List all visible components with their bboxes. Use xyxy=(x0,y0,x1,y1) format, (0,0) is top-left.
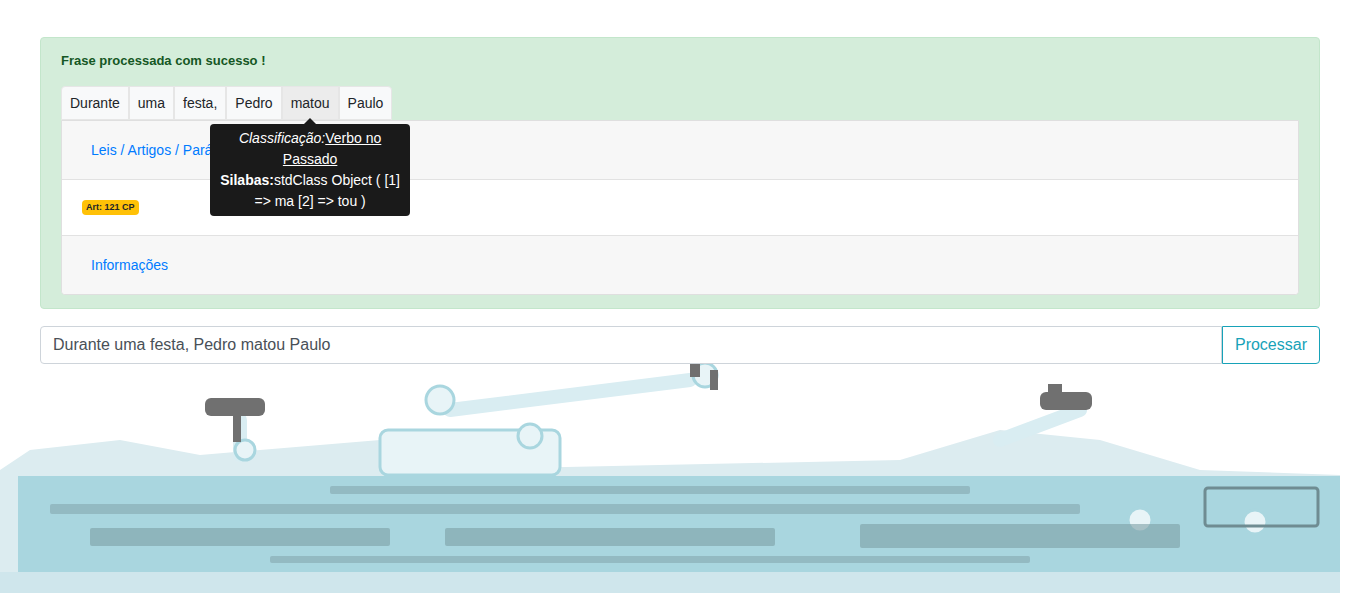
word-text: festa, xyxy=(183,95,217,111)
word-token[interactable]: Pedro xyxy=(226,86,281,120)
word-token[interactable]: uma xyxy=(129,86,174,120)
syllables-label: Silabas: xyxy=(220,172,274,188)
word-token[interactable]: festa, xyxy=(174,86,226,120)
tooltip: Classificação:Verbo no PassadoSilabas:st… xyxy=(210,124,410,216)
tooltip-classification: Classificação:Verbo no Passado xyxy=(218,128,402,170)
word-text: matou xyxy=(291,95,330,111)
sentence-form: Processar xyxy=(40,326,1320,364)
sentence-input[interactable] xyxy=(40,326,1222,364)
success-alert: Frase processada com sucesso ! Durante uma… xyxy=(40,37,1320,309)
process-button[interactable]: Processar xyxy=(1222,326,1320,364)
word-token[interactable]: Durante xyxy=(61,86,129,120)
classification-label: Classificação: xyxy=(239,130,325,146)
word-text: Durante xyxy=(70,95,120,111)
tooltip-arrow xyxy=(304,118,316,124)
word-text: Pedro xyxy=(235,95,272,111)
tooltip-syllables: Silabas:stdClass Object ( [1] => ma [2] … xyxy=(218,170,402,212)
card-footer: Informações xyxy=(62,235,1298,294)
token-row: Durante uma festa, Pedro matouClassificação:… xyxy=(61,86,1299,120)
article-badge: Art: 121 CP xyxy=(82,200,139,215)
info-link[interactable]: Informações xyxy=(91,257,168,273)
word-token[interactable]: Paulo xyxy=(339,86,393,120)
syllables-value: stdClass Object ( [1] => ma [2] => tou ) xyxy=(254,172,400,209)
word-text: Paulo xyxy=(348,95,384,111)
alert-message: Frase processada com sucesso ! xyxy=(61,52,1299,70)
word-token[interactable]: matouClassificação:Verbo no PassadoSilab… xyxy=(282,86,339,120)
word-text: uma xyxy=(138,95,165,111)
